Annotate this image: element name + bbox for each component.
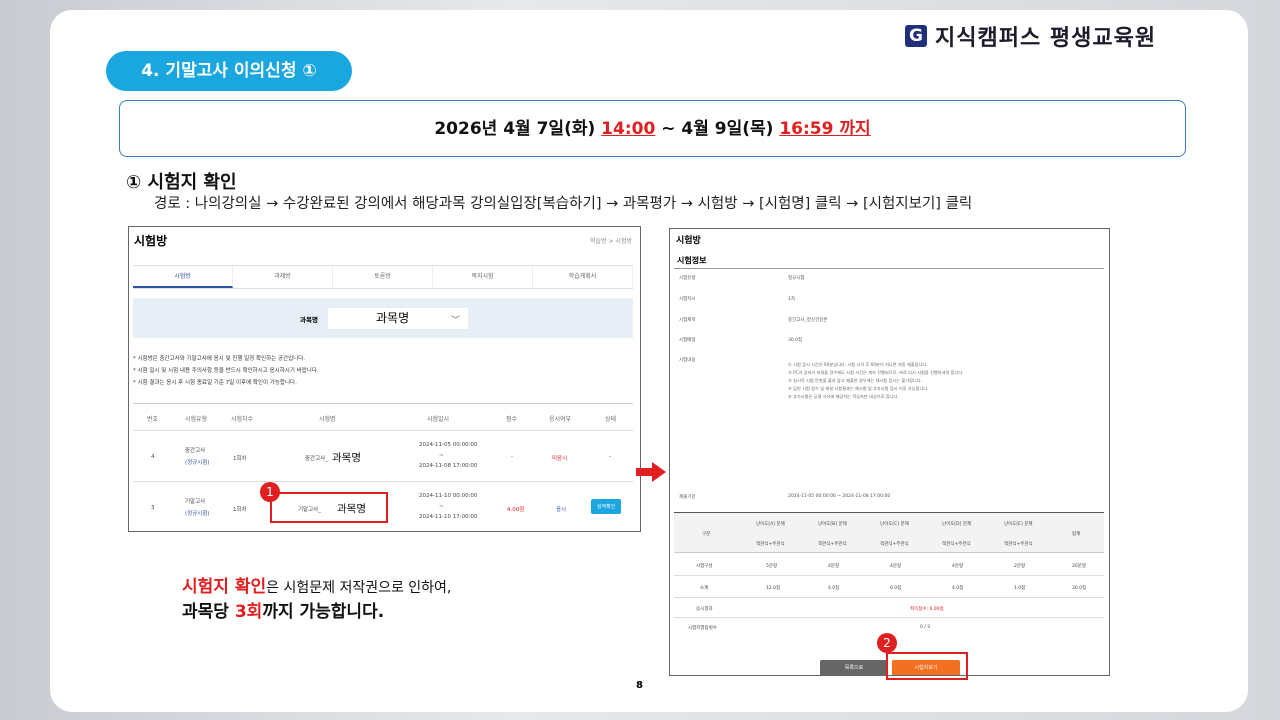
notice-item: * 시험 일시 및 시험 내용 주의사항 등을 반드시 확인하시고 응시하시기 …	[133, 368, 319, 374]
col-header: 시험일시	[427, 416, 450, 423]
tab-study-plan[interactable]: 학습계획서	[533, 266, 633, 288]
exam-room-screenshot: 시험방 학습방 > 시험방 시험방 과제방 토론방 복지시험 학습계획서 과목명…	[128, 226, 641, 532]
view-count: 0 / 3	[920, 625, 931, 630]
col-header: 시험유형	[185, 416, 208, 423]
tab-welfare-exam[interactable]: 복지시험	[433, 266, 533, 288]
brand-logo-icon: G	[905, 25, 927, 47]
step-badge: 1	[260, 482, 280, 502]
chevron-down-icon: ﹀	[450, 316, 460, 326]
note-line-1: 시험지 확인은 시험문제 저작권으로 인하여,	[182, 577, 452, 597]
exam-guide: ① 시험 응시 시간은 60분입니다. 시험 시작 후 60분이 지나면 자동 …	[788, 362, 964, 399]
table-row: 4 중간고사 (정규시험) 1회차 중간고사_ 과목명 2024-11-05 0…	[133, 432, 633, 482]
result-value: 획득점수: 6.00점	[910, 607, 944, 612]
grade-table: 구분 난이도[A] 문제 난이도[B] 문제 난이도[C] 문제 난이도[D] …	[674, 512, 1104, 634]
brand: G 지식캠퍼스 평생교육원	[905, 20, 1156, 52]
col-header: 응시여부	[549, 416, 572, 423]
tab-assignment[interactable]: 과제방	[233, 266, 333, 288]
grade-check-button[interactable]: 성적확인	[591, 499, 622, 514]
list-button[interactable]: 목록으로	[820, 660, 888, 675]
section-pill: 4. 기말고사 이의신청 ①	[106, 51, 352, 91]
subject-select[interactable]: 과목명 ﹀	[328, 308, 468, 329]
schedule-time1: 14:00	[601, 119, 656, 139]
arrow-right-icon	[636, 462, 666, 482]
highlight-box	[270, 492, 388, 523]
col-header: 시험차수	[231, 416, 254, 423]
col-header: 번호	[147, 416, 159, 423]
breadcrumb: 학습방 > 시험방	[590, 238, 632, 245]
subject-filter: 과목명 과목명 ﹀	[133, 298, 633, 338]
exam-info-screenshot: 시험방 시험정보 시험유형 정규시험 시험차시 1차 시험제목 중간고사_정신건강론 …	[669, 228, 1110, 676]
exam-name-link[interactable]: 과목명	[332, 450, 361, 465]
notice-list: * 시험방은 중간고사와 기말고사에 응시 및 진행 일정 확인하는 공간입니다…	[133, 353, 319, 389]
notice-item: * 시험방은 중간고사와 기말고사에 응시 및 진행 일정 확인하는 공간입니다…	[133, 356, 306, 362]
notice-item: * 시험 결과는 응시 후 시험 종료일 기준 7일 이후에 확인이 가능합니다…	[133, 380, 297, 386]
tab-bar: 시험방 과제방 토론방 복지시험 학습계획서	[133, 265, 633, 289]
subject-select-value: 과목명	[376, 311, 410, 325]
brand-name: 지식캠퍼스 평생교육원	[935, 26, 1157, 51]
exam-info-section: 시험정보	[674, 249, 1104, 269]
highlight-box	[886, 652, 968, 680]
col-header: 상태	[605, 416, 617, 423]
subject-filter-label: 과목명	[300, 316, 318, 324]
exam-info-title: 시험방	[676, 236, 701, 246]
schedule-part2: ~ 4월 9일(목)	[655, 119, 780, 139]
path-text: 경로 : 나의강의실 → 수강완료된 강의에서 해당과목 강의실입장[복습하기]…	[154, 196, 973, 212]
tab-discussion[interactable]: 토론방	[333, 266, 433, 288]
page-number: 8	[636, 680, 643, 691]
step-badge: 2	[877, 633, 897, 653]
schedule-time2: 16:59 까지	[779, 119, 871, 139]
col-header: 점수	[506, 416, 518, 423]
col-header: 시험명	[319, 416, 336, 423]
tab-exam-room[interactable]: 시험방	[133, 266, 233, 288]
exam-room-title: 시험방	[134, 234, 168, 248]
note-line-2: 과목당 3회까지 가능합니다.	[182, 602, 385, 622]
schedule-box: 2026년 4월 7일(화) 14:00 ~ 4월 9일(목) 16:59 까지	[119, 100, 1186, 157]
table-header: 번호 시험유형 시험차수 시험명 시험일시 점수 응시여부 상태	[133, 403, 633, 431]
section-title: ① 시험지 확인	[126, 172, 237, 193]
schedule-part1: 2026년 4월 7일(화)	[434, 119, 602, 139]
